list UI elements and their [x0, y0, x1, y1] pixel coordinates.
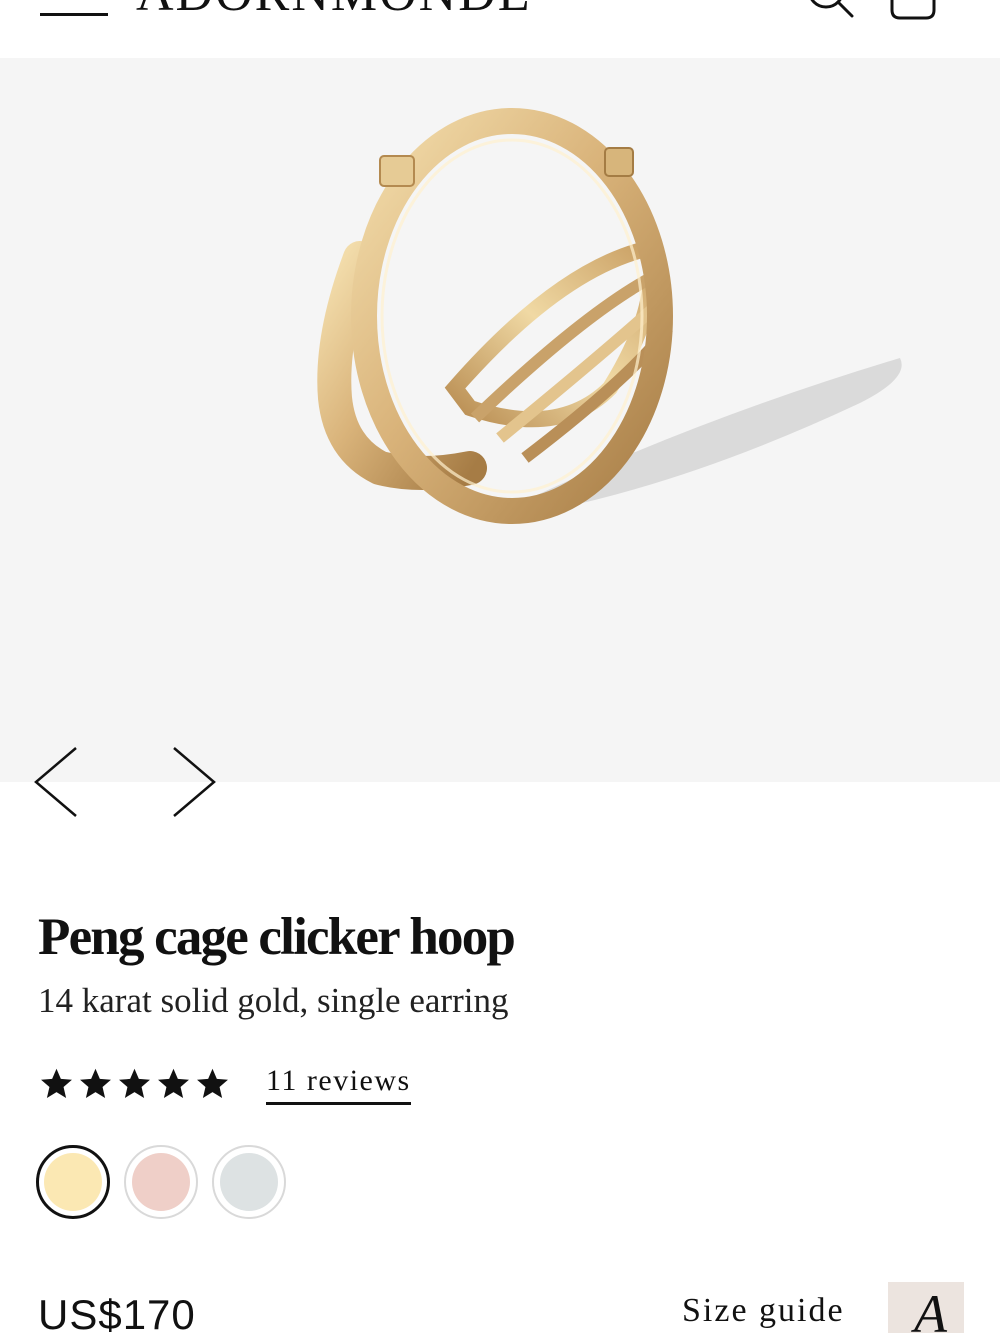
color-swatch[interactable]: [212, 1145, 286, 1219]
shopping-bag-icon: [890, 0, 936, 20]
color-swatch[interactable]: [36, 1145, 110, 1219]
color-swatch[interactable]: [124, 1145, 198, 1219]
menu-button[interactable]: [40, 0, 108, 20]
star-rating[interactable]: [38, 1064, 231, 1104]
star-icon: [197, 1068, 228, 1098]
search-icon: [810, 0, 854, 18]
bag-button[interactable]: [884, 0, 960, 26]
hamburger-menu-icon: [40, 13, 108, 16]
product-subtitle: 14 karat solid gold, single earring: [38, 981, 509, 1020]
product-title: Peng cage clicker hoop: [38, 908, 516, 966]
site-logo[interactable]: ADORNMONDE: [136, 0, 532, 20]
next-image-button[interactable]: [166, 744, 222, 820]
star-icon: [80, 1068, 111, 1098]
chevron-right-icon: [173, 747, 216, 817]
previous-image-button[interactable]: [30, 744, 86, 820]
reviews-link[interactable]: 11 reviews: [266, 1062, 411, 1105]
star-icon: [158, 1068, 189, 1098]
star-icon: [41, 1068, 72, 1098]
swatch-color-dot: [220, 1153, 278, 1211]
swatch-color-dot: [44, 1153, 102, 1211]
stars-container: [38, 1066, 231, 1102]
chevron-left-icon: [34, 747, 77, 817]
swatch-color-dot: [132, 1153, 190, 1211]
product-price: US$170: [38, 1291, 196, 1333]
size-guide-link[interactable]: Size guide: [682, 1290, 845, 1332]
site-header: ADORNMONDE: [0, 0, 1000, 58]
size-guide-thumb-letter: A: [914, 1284, 947, 1333]
star-icon: [119, 1068, 150, 1098]
color-swatches: [36, 1145, 286, 1219]
product-image: [317, 108, 902, 524]
product-gallery: [0, 58, 1000, 817]
size-guide-thumbnail[interactable]: A: [888, 1282, 964, 1333]
search-button[interactable]: [800, 0, 860, 26]
